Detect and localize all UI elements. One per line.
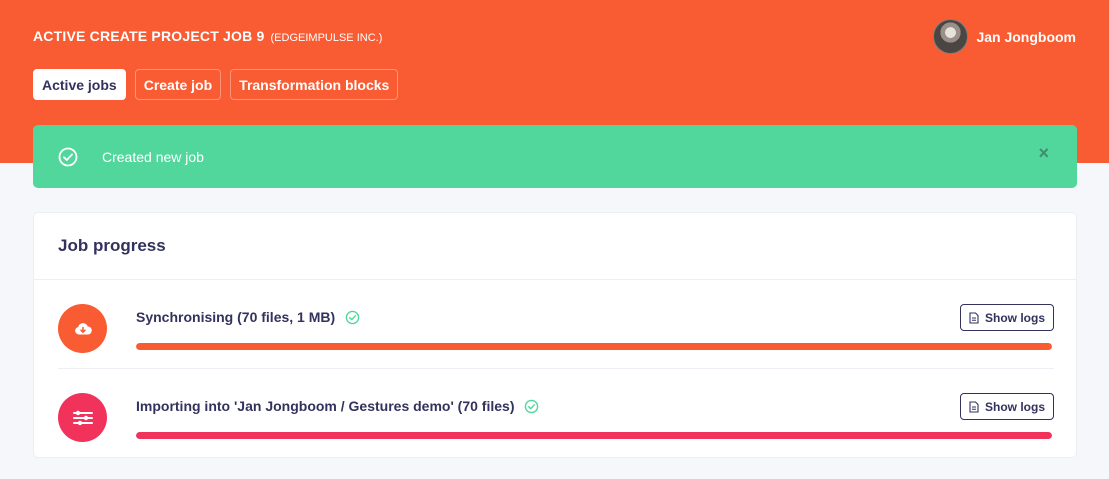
show-logs-button[interactable]: Show logs xyxy=(960,393,1054,420)
progress-fill xyxy=(136,432,1052,439)
progress-bar xyxy=(136,432,1052,439)
card-title: Job progress xyxy=(58,236,166,255)
progress-bar xyxy=(136,343,1052,350)
user-name[interactable]: Jan Jongboom xyxy=(976,29,1076,45)
tab-active-jobs[interactable]: Active jobs xyxy=(33,69,126,100)
job-title: ACTIVE CREATE PROJECT JOB 9 xyxy=(33,28,265,44)
step-label-text: Importing into 'Jan Jongboom / Gestures … xyxy=(136,398,515,414)
show-logs-button[interactable]: Show logs xyxy=(960,304,1054,331)
show-logs-label: Show logs xyxy=(985,399,1045,414)
tab-bar: Active jobs Create job Transformation bl… xyxy=(33,69,399,100)
cloud-download-icon xyxy=(58,304,107,353)
tab-create-job[interactable]: Create job xyxy=(134,69,222,100)
tab-transformation-blocks[interactable]: Transformation blocks xyxy=(230,69,399,100)
close-icon[interactable]: × xyxy=(1038,143,1049,164)
page-title: ACTIVE CREATE PROJECT JOB 9 (EDGEIMPULSE… xyxy=(33,28,382,44)
check-circle-icon xyxy=(345,310,360,324)
user-menu[interactable]: Jan Jongboom xyxy=(933,19,1076,54)
show-logs-label: Show logs xyxy=(985,310,1045,325)
check-circle-icon xyxy=(525,399,539,413)
document-icon xyxy=(969,400,979,413)
alert-message: Created new job xyxy=(102,148,204,165)
sliders-icon xyxy=(58,393,107,442)
organization-name: (EDGEIMPULSE INC.) xyxy=(270,32,383,44)
job-step: Importing into 'Jan Jongboom / Gestures … xyxy=(34,369,1078,457)
job-step: Synchronising (70 files, 1 MB) Show logs xyxy=(34,280,1078,368)
card-header: Job progress xyxy=(34,213,1076,280)
step-label: Synchronising (70 files, 1 MB) xyxy=(136,309,360,325)
progress-fill xyxy=(136,343,1052,350)
job-progress-card: Job progress Synchronising (70 files, 1 … xyxy=(33,212,1077,458)
check-circle-icon xyxy=(58,147,78,167)
step-label-text: Synchronising (70 files, 1 MB) xyxy=(136,309,336,325)
avatar[interactable] xyxy=(933,19,969,54)
document-icon xyxy=(969,311,979,324)
success-alert: Created new job × xyxy=(33,125,1077,188)
step-label: Importing into 'Jan Jongboom / Gestures … xyxy=(136,398,539,414)
